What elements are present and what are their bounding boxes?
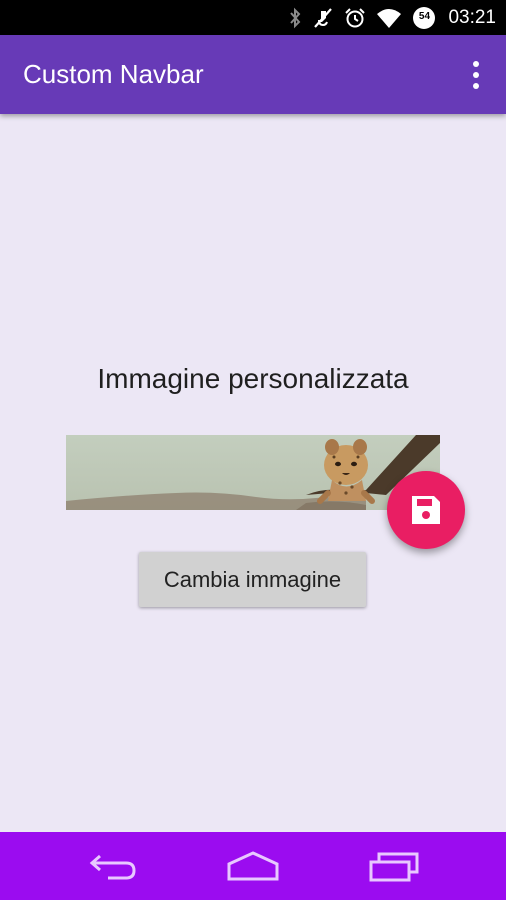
app-title: Custom Navbar — [23, 59, 204, 89]
overflow-menu-icon[interactable] — [470, 61, 482, 89]
battery-level: 54 — [418, 10, 431, 22]
status-bar: 54 03:21 — [0, 0, 506, 35]
cheetah-illustration — [317, 439, 375, 504]
alarm-icon — [345, 7, 366, 27]
status-icons: 54 03:21 — [288, 0, 496, 35]
app-bar: Custom Navbar — [0, 35, 506, 114]
save-fab[interactable] — [387, 471, 465, 549]
back-icon[interactable] — [88, 850, 138, 882]
recents-icon[interactable] — [369, 850, 421, 882]
status-clock: 03:21 — [448, 6, 496, 28]
custom-image — [66, 435, 440, 510]
change-image-button[interactable]: Cambia immagine — [139, 552, 366, 607]
mute-icon — [314, 7, 333, 28]
bluetooth-icon — [290, 7, 301, 28]
navigation-bar — [0, 832, 506, 900]
battery-icon: 54 — [412, 6, 436, 30]
image-heading: Immagine personalizzata — [97, 363, 409, 394]
save-icon — [412, 496, 440, 524]
home-icon[interactable] — [226, 850, 280, 882]
wifi-icon — [377, 8, 402, 28]
